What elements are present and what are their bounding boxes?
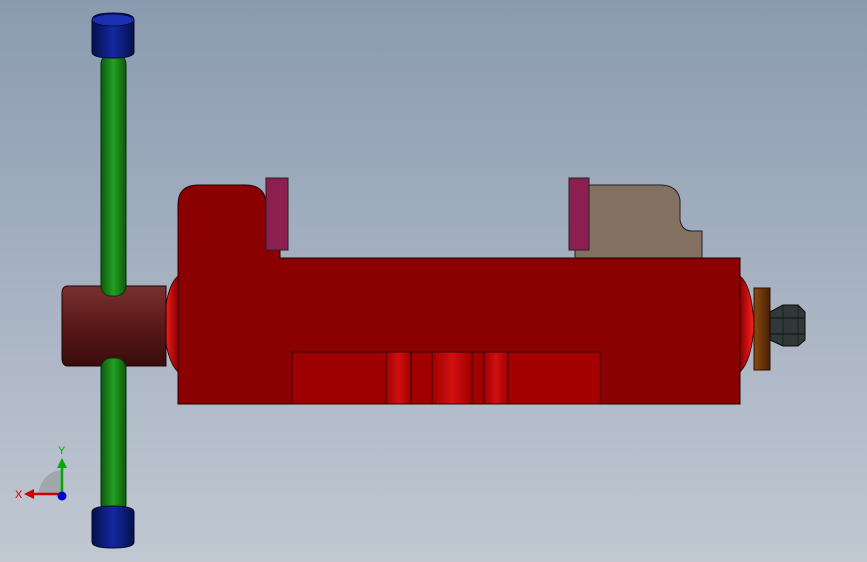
slot-groove-1 xyxy=(385,351,412,405)
triad-plane-shade xyxy=(38,470,62,494)
y-axis-arrow xyxy=(57,458,67,468)
x-axis-arrow xyxy=(24,489,34,499)
hex-nut[interactable] xyxy=(769,304,806,347)
slot-groove-2 xyxy=(410,351,433,405)
handle-cap-bottom[interactable] xyxy=(91,505,135,549)
washer[interactable] xyxy=(753,287,771,371)
z-axis-dot xyxy=(57,491,67,501)
graphics-viewport[interactable]: Y X xyxy=(0,0,867,562)
slot-groove-center xyxy=(431,351,473,405)
handle-rod-upper[interactable] xyxy=(100,53,127,297)
x-axis-label: X xyxy=(15,489,23,501)
coordinate-triad: Y X xyxy=(15,445,67,501)
slot-left-panel xyxy=(291,351,387,405)
fixed-jaw-plate[interactable] xyxy=(265,177,289,251)
handle-rod-lower[interactable] xyxy=(100,357,127,515)
slot-right-panel xyxy=(507,351,601,405)
vise-assembly[interactable] xyxy=(0,0,867,562)
y-axis-label: Y xyxy=(58,445,66,457)
movable-jaw-plate[interactable] xyxy=(568,177,590,251)
slot-groove-3 xyxy=(471,351,485,405)
movable-jaw[interactable] xyxy=(574,184,703,259)
handle-cap-top-face xyxy=(91,13,135,27)
slot-groove-4 xyxy=(483,351,509,405)
body-right-fillet xyxy=(739,275,755,373)
screw-sleeve[interactable] xyxy=(61,285,167,367)
